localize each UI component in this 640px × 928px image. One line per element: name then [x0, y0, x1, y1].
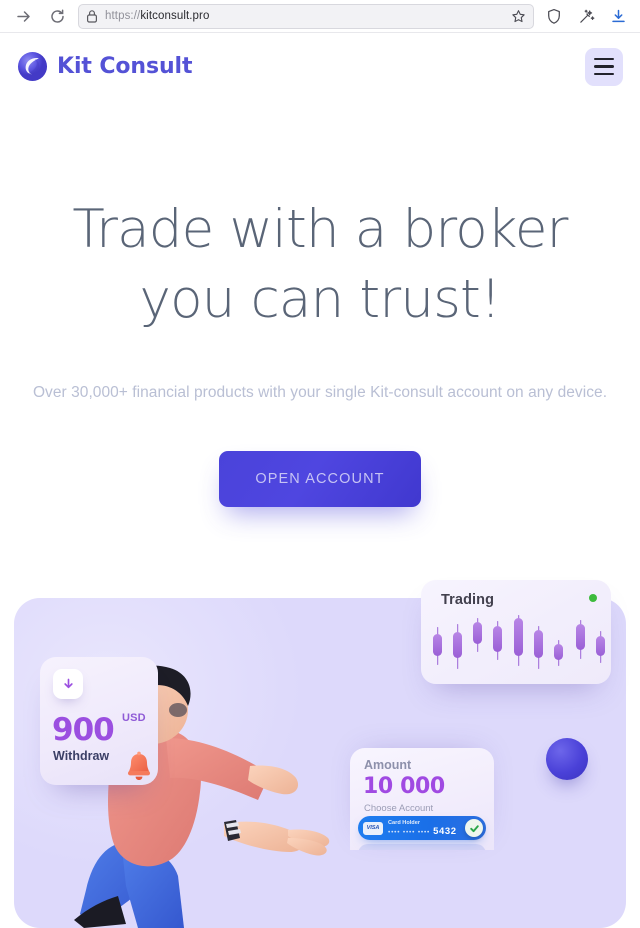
forward-button[interactable]: [10, 3, 36, 29]
hamburger-menu-button[interactable]: [585, 47, 623, 86]
withdraw-currency: USD: [122, 712, 146, 724]
visa-logo: VISA: [363, 821, 383, 835]
downloads-button[interactable]: [606, 4, 630, 28]
url-host: kitconsult.pro: [140, 10, 210, 22]
hamburger-line: [594, 65, 614, 68]
reload-icon: [50, 8, 64, 23]
cleanup-button[interactable]: [574, 4, 598, 28]
amount-card[interactable]: Amount 10 000 Choose Account VISA Card H…: [350, 748, 494, 850]
url-scheme: https://: [105, 10, 141, 22]
candlestick-body: [473, 622, 482, 644]
bell-notification-icon: [128, 751, 150, 780]
headline-line-1: Trade with a broker: [72, 199, 568, 260]
candlestick-chart: [433, 615, 605, 674]
candlestick-body: [576, 624, 585, 650]
account-card-row[interactable]: VISA Card Holder •••• •••• •••• 5432: [358, 816, 486, 840]
arrow-forward-icon: [16, 10, 30, 22]
candlestick-body: [554, 644, 563, 660]
url-text: https://kitconsult.pro: [105, 10, 504, 22]
brand-logo[interactable]: Kit Consult: [17, 51, 193, 82]
choose-account-label: Choose Account: [364, 803, 434, 814]
card-number-masked: •••• •••• ••••: [388, 828, 431, 836]
status-dot-icon: [589, 594, 597, 602]
brand-name: Kit Consult: [57, 54, 193, 79]
cta-container: OPEN ACCOUNT: [18, 451, 622, 508]
decorative-sphere: [546, 738, 588, 780]
withdraw-amount: 900: [52, 712, 115, 748]
browser-toolbar: https://kitconsult.pro: [0, 0, 640, 33]
site-header: Kit Consult: [0, 33, 640, 100]
withdraw-download-button[interactable]: [53, 669, 83, 699]
hero-subheadline: Over 30,000+ financial products with you…: [32, 383, 608, 401]
hamburger-line: [594, 72, 614, 76]
address-bar[interactable]: https://kitconsult.pro: [78, 3, 534, 29]
amount-label: Amount: [364, 758, 412, 772]
withdraw-label: Withdraw: [53, 749, 110, 763]
kit-consult-swirl-logo-icon: [17, 51, 48, 82]
green-check-icon: [469, 824, 479, 832]
shield-button[interactable]: [542, 4, 566, 28]
trading-card[interactable]: Trading: [421, 580, 611, 684]
lock-icon: [86, 9, 98, 23]
account-selected-check: [465, 819, 483, 837]
bookmark-button[interactable]: [511, 9, 526, 24]
hamburger-line: [594, 57, 614, 61]
headline-line-2: you can trust!: [139, 268, 502, 330]
candlestick-body: [433, 634, 442, 656]
magic-wand-icon: [579, 9, 594, 23]
hero-section: Trade with a broker you can trust! Over …: [0, 195, 640, 508]
open-account-button[interactable]: OPEN ACCOUNT: [219, 451, 421, 508]
card-number-last4: 5432: [433, 825, 457, 837]
amount-value: 10 000: [363, 774, 445, 799]
candlestick-body: [534, 630, 543, 658]
candlestick-body: [453, 632, 462, 658]
page-title: Trade with a broker you can trust!: [18, 195, 622, 335]
candlestick-body: [493, 626, 502, 652]
download-icon: [611, 9, 625, 22]
candlestick-body: [596, 636, 605, 656]
trading-card-title: Trading: [441, 592, 495, 608]
star-icon: [512, 9, 525, 22]
account-card-row-secondary[interactable]: [358, 844, 486, 850]
candlestick-body: [514, 618, 523, 656]
withdraw-card[interactable]: 900 USD Withdraw: [40, 657, 158, 785]
download-arrow-icon: [63, 678, 73, 688]
card-details: Card Holder •••• •••• •••• 5432: [383, 820, 465, 836]
reload-button[interactable]: [44, 3, 70, 29]
shield-icon: [548, 8, 560, 24]
card-number-row: •••• •••• •••• 5432: [388, 827, 465, 837]
